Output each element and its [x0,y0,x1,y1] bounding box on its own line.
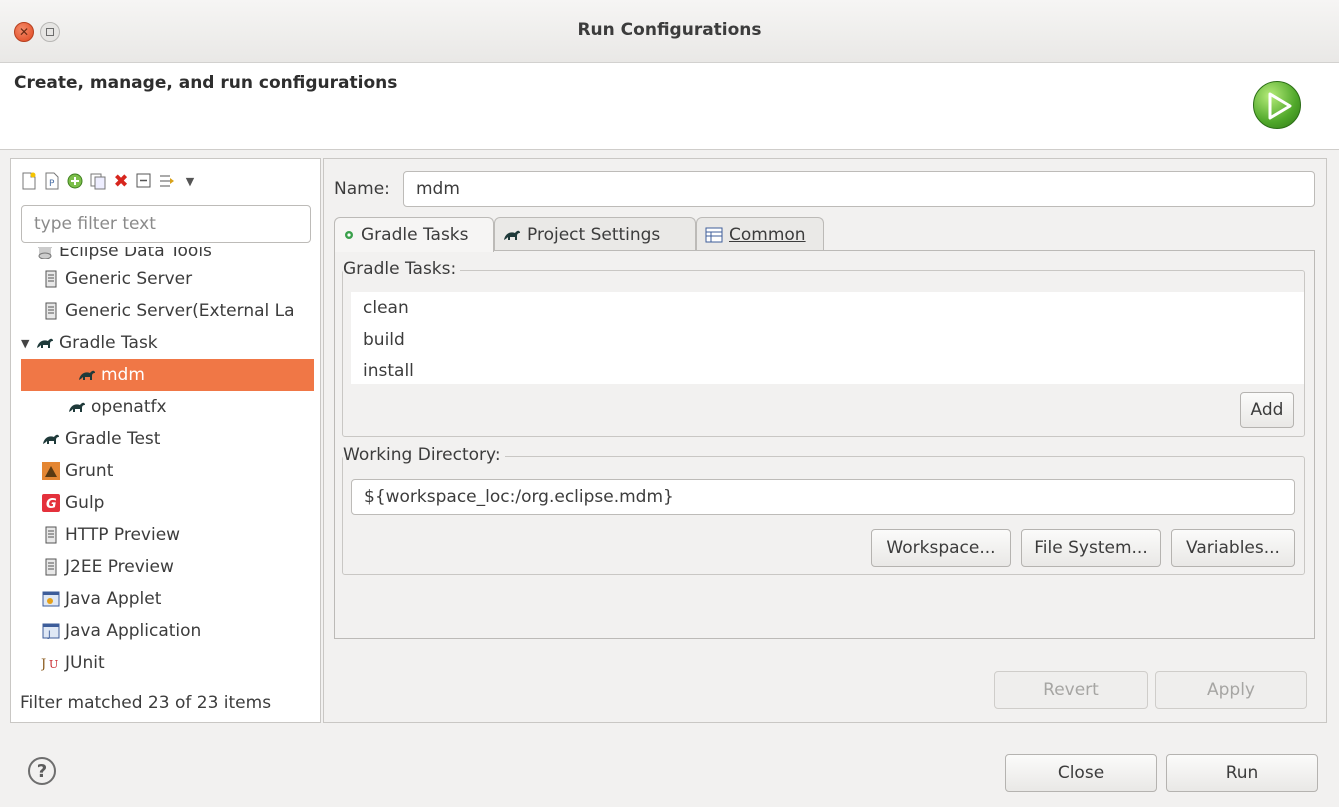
server-icon [41,557,61,577]
filter-input[interactable] [21,205,311,243]
tree-item-gradle-test[interactable]: Gradle Test [11,423,314,455]
tree-item-label: Gradle Test [65,429,161,449]
tab-common[interactable]: Common [696,217,824,251]
svg-text:U: U [49,658,58,671]
tree-item-java-applet[interactable]: Java Applet [11,583,314,615]
tree-item-generic-server[interactable]: Generic Server [11,263,314,295]
gradle-icon [67,397,87,417]
server-icon [41,269,61,289]
dialog-header: Create, manage, and run configurations [0,63,1339,150]
expand-chevron-down-icon[interactable]: ▼ [21,337,35,350]
task-list: clean build install [351,292,1304,384]
close-button[interactable]: Close [1005,754,1157,792]
gulp-icon: G [41,493,61,513]
grunt-icon [41,461,61,481]
server-icon [41,525,61,545]
configuration-editor-panel: Name: Gradle Tasks Project Settings Comm… [323,158,1327,723]
java-app-icon: J [41,621,61,641]
tree-item-junit[interactable]: JU JUnit [11,647,314,679]
table-icon [705,227,723,243]
svg-text:J: J [41,657,46,671]
filter-icon[interactable] [157,171,177,191]
delete-icon[interactable]: ✖ [111,171,131,192]
tree-item-gulp[interactable]: G Gulp [11,487,314,519]
tree-item-openatfx[interactable]: openatfx [11,391,314,423]
configuration-tree: Eclipse Data Tools Generic Server Generi… [11,247,320,687]
svg-text:G: G [46,497,57,512]
gradle-icon [35,333,55,353]
tree-item-grunt[interactable]: Grunt [11,455,314,487]
export-icon[interactable] [65,171,85,191]
workspace-button[interactable]: Workspace... [871,529,1011,567]
new-prototype-icon[interactable]: P [42,171,62,191]
tab-label: Project Settings [527,224,661,245]
dialog-heading: Create, manage, and run configurations [14,73,398,93]
server-icon [41,301,61,321]
working-directory-input[interactable] [351,479,1295,515]
gradle-icon [41,429,61,449]
list-item[interactable]: install [363,361,414,381]
variables-button[interactable]: Variables... [1171,529,1295,567]
tree-item-java-application[interactable]: J Java Application [11,615,314,647]
revert-button[interactable]: Revert [994,671,1148,709]
tree-item-label: mdm [101,365,145,385]
tree-item-http-preview[interactable]: HTTP Preview [11,519,314,551]
gradle-tasks-label: Gradle Tasks: [343,259,461,279]
name-input[interactable] [403,171,1315,207]
window-title: Run Configurations [577,20,762,40]
collapse-all-icon[interactable] [134,171,154,191]
tree-item-label: Gradle Task [59,333,158,353]
gradle-icon [77,365,97,385]
configuration-list-panel: P ✖ ▼ Eclipse Data Tools Generic Server … [10,158,321,723]
tree-item-label: Generic Server(External La [65,301,295,321]
tree-item-label: Grunt [65,461,114,481]
new-config-icon[interactable] [19,171,39,191]
tab-label: Common [729,224,806,245]
gear-icon [343,229,355,241]
tab-label: Gradle Tasks [361,225,469,245]
tree-item-j2ee-preview[interactable]: J2EE Preview [11,551,314,583]
tree-item-label: Generic Server [65,269,193,289]
applet-icon [41,589,61,609]
svg-text:P: P [49,179,55,189]
tree-item-label: Java Application [65,621,202,641]
duplicate-icon[interactable] [88,171,108,191]
list-item[interactable]: build [363,330,405,350]
apply-button[interactable]: Apply [1155,671,1307,709]
tree-item-generic-server-external[interactable]: Generic Server(External La [11,295,314,327]
help-icon[interactable]: ? [28,757,56,785]
name-label: Name: [334,179,390,199]
svg-text:J: J [47,630,51,639]
database-icon [35,247,55,261]
list-item[interactable]: clean [363,298,409,318]
tree-item-label: HTTP Preview [65,525,181,545]
junit-icon: JU [41,653,61,673]
tree-item-label: Gulp [65,493,105,513]
add-task-button[interactable]: Add [1240,392,1294,428]
gradle-icon [503,228,521,242]
tree-item-mdm[interactable]: mdm [21,359,314,391]
tree-item-gradle-task[interactable]: ▼ Gradle Task [11,327,314,359]
working-directory-group: Workspace... File System... Variables... [342,456,1305,575]
tab-gradle-tasks[interactable]: Gradle Tasks [334,217,494,252]
run-banner-icon [1253,81,1301,129]
tree-item-label: JUnit [65,653,105,673]
gradle-tasks-tab-body: clean build install Add Gradle Tasks: Wo… [334,250,1315,639]
tree-item-label: Eclipse Data Tools [59,247,212,261]
tab-project-settings[interactable]: Project Settings [494,217,696,251]
tree-item-label: openatfx [91,397,167,417]
working-directory-label: Working Directory: [343,445,505,465]
view-menu-chevron-down-icon[interactable]: ▼ [180,171,200,191]
tree-item-label: Java Applet [65,589,162,609]
tree-item-label: J2EE Preview [65,557,174,577]
gradle-tasks-group: clean build install Add [342,270,1305,437]
config-toolbar: P ✖ ▼ [19,169,200,193]
title-bar: ✕ Run Configurations [0,0,1339,63]
filter-status: Filter matched 23 of 23 items [20,693,272,713]
file-system-button[interactable]: File System... [1021,529,1161,567]
run-button[interactable]: Run [1166,754,1318,792]
